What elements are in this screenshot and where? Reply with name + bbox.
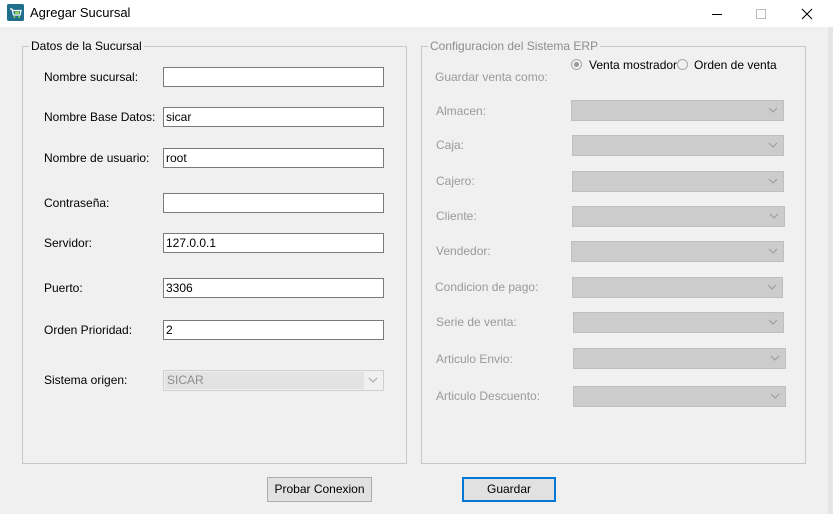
seller-select[interactable] [571,241,784,262]
branch-name-label: Nombre sucursal: [44,70,139,84]
test-connection-button[interactable]: Probar Conexion [267,477,372,502]
window-title: Agregar Sucursal [30,5,131,20]
branch-name-field[interactable] [163,67,384,87]
radio-sales-order[interactable] [677,59,688,70]
close-button[interactable] [784,0,830,27]
cash-register-label: Caja: [436,138,465,152]
password-input[interactable] [166,195,381,211]
close-icon [801,8,813,19]
chevron-down-icon [770,355,780,361]
chevron-down-icon [769,213,779,219]
maximize-button[interactable] [738,0,784,27]
chevron-down-icon [768,319,778,325]
minimize-icon [712,13,722,15]
maximize-icon [756,8,766,19]
origin-system-value: SICAR [165,372,364,389]
window-border [828,27,833,514]
chevron-down-icon [768,248,778,254]
database-name-field[interactable] [163,107,384,127]
shipping-item-select[interactable] [573,348,786,369]
priority-order-input[interactable] [166,322,381,338]
port-field[interactable] [163,278,384,298]
database-name-label: Nombre Base Datos: [44,110,156,124]
title-bar: Agregar Sucursal [0,0,833,27]
shipping-item-label: Articulo Envio: [436,352,513,366]
port-label: Puerto: [44,281,83,295]
save-button[interactable]: Guardar [462,477,556,502]
warehouse-label: Almacen: [436,104,487,118]
seller-label: Vendedor: [436,244,491,258]
server-input[interactable] [166,235,381,251]
chevron-down-icon [768,178,778,184]
origin-system-select[interactable]: SICAR [163,370,384,391]
payment-condition-label: Condicion de pago: [435,280,539,294]
sales-series-select[interactable] [573,312,784,333]
cash-register-select[interactable] [572,135,784,156]
priority-order-label: Orden Prioridad: [44,323,133,337]
username-input[interactable] [166,150,381,166]
server-label: Servidor: [44,236,93,250]
port-input[interactable] [166,280,381,296]
username-label: Nombre de usuario: [44,151,150,165]
sales-series-label: Serie de venta: [436,315,517,329]
client-select[interactable] [572,206,785,227]
database-name-input[interactable] [166,109,381,125]
cashier-label: Cajero: [436,174,475,188]
password-label: Contraseña: [44,196,110,210]
chevron-down-icon [368,377,378,383]
branch-data-legend: Datos de la Sucursal [29,39,144,53]
chevron-down-icon [768,107,778,113]
chevron-down-icon [768,142,778,148]
payment-condition-select[interactable] [572,277,783,298]
username-field[interactable] [163,148,384,168]
chevron-down-icon [767,284,777,290]
chevron-down-icon [770,393,780,399]
server-field[interactable] [163,233,384,253]
save-as-label: Guardar venta como: [435,70,548,84]
discount-item-select[interactable] [573,386,786,407]
branch-name-input[interactable] [166,69,381,85]
password-field[interactable] [163,193,384,213]
warehouse-select[interactable] [571,100,784,121]
erp-config-legend: Configuracion del Sistema ERP [428,39,601,53]
store-cart-icon [7,4,24,21]
client-label: Cliente: [436,209,477,223]
origin-system-label: Sistema origen: [44,373,128,387]
cashier-select[interactable] [572,171,784,192]
radio-counter-sale[interactable] [571,59,582,70]
priority-order-field[interactable] [163,320,384,340]
radio-counter-sale-label: Venta mostrador [589,58,678,72]
discount-item-label: Articulo Descuento: [436,389,541,403]
minimize-button[interactable] [694,0,740,27]
radio-sales-order-label: Orden de venta [694,58,777,72]
